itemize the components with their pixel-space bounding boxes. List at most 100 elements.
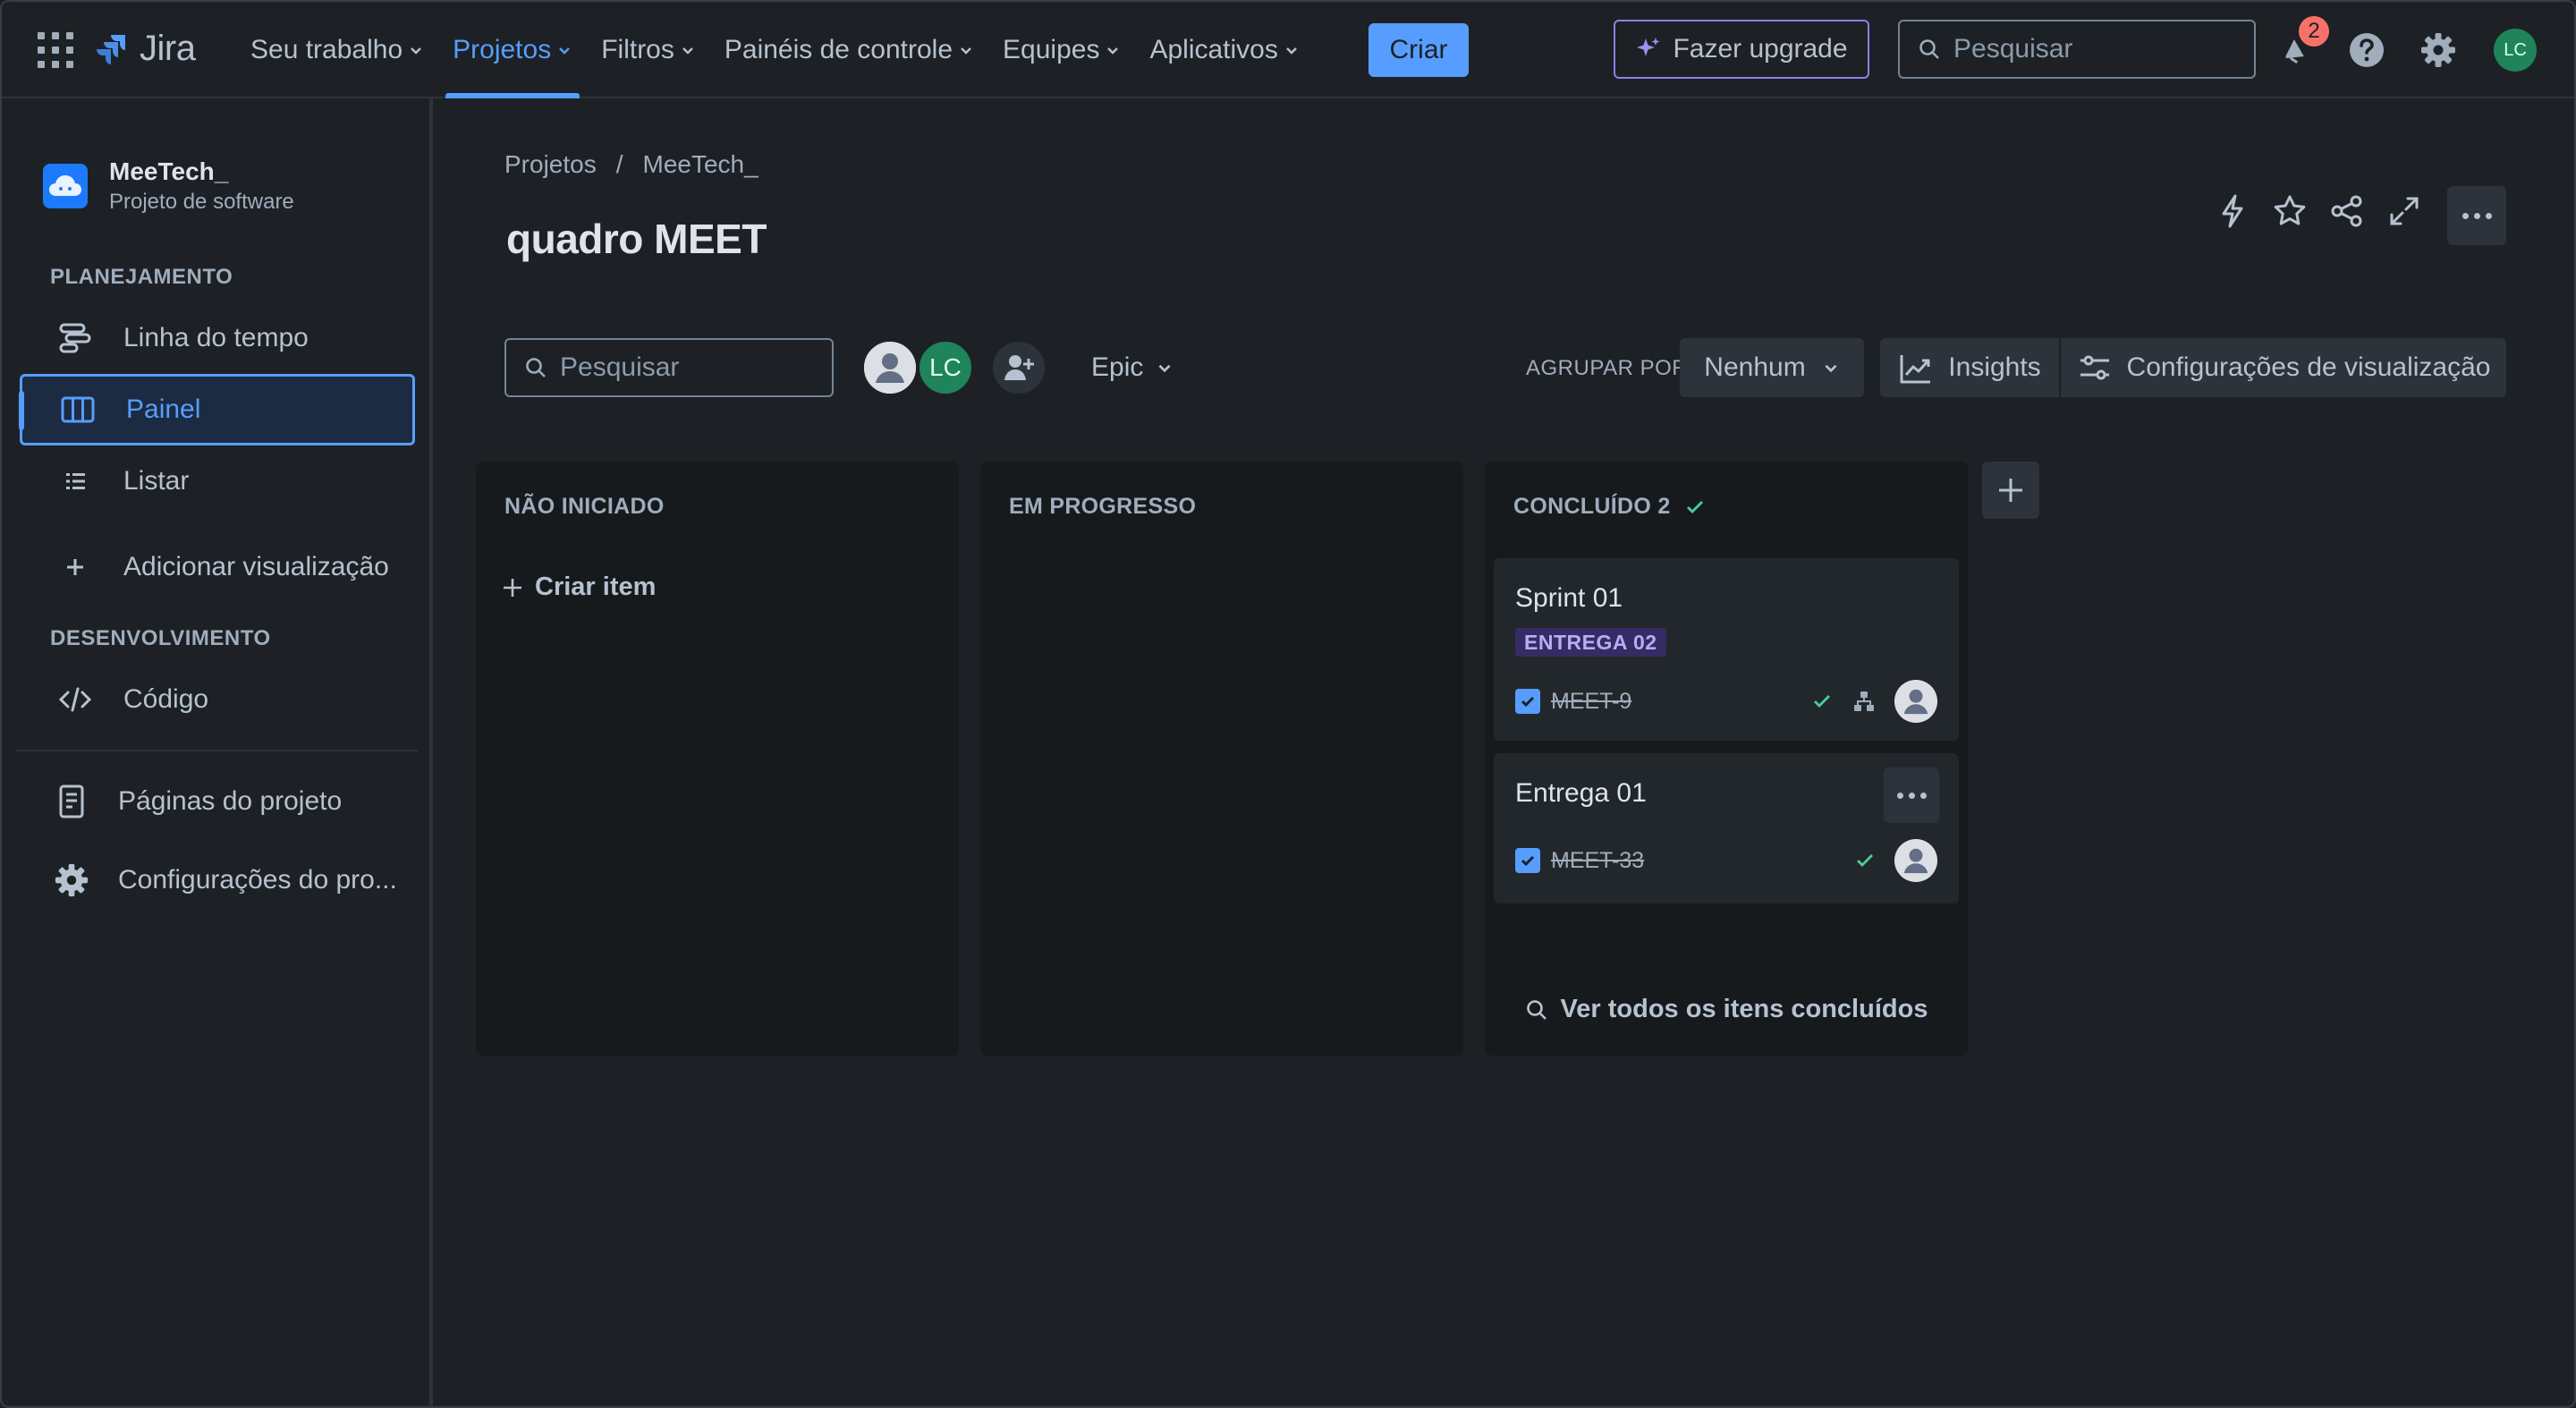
see-all-done-button[interactable]: Ver todos os itens concluídos [1485,995,1968,1024]
lightning-icon [2222,194,2243,228]
sidebar-item-code[interactable]: Código [20,664,415,735]
help-button[interactable] [2345,29,2388,72]
view-settings-button[interactable]: Configurações de visualização [2061,338,2506,397]
assignee-avatar-lc[interactable]: LC [916,338,975,397]
top-navigation: Jira Seu trabalho Projetos Filtros Painé… [2,2,2574,98]
issue-card[interactable]: Entrega 01 MEET-33 [1494,753,1959,903]
sidebar-item-timeline[interactable]: Linha do tempo [20,302,415,374]
search-icon [526,358,546,377]
more-actions-button[interactable] [2447,186,2506,245]
chevron-down-icon [411,47,421,55]
epic-filter-dropdown[interactable]: Epic [1080,338,1184,397]
sidebar-item-label: Listar [123,466,190,496]
nav-label: Aplicativos [1149,35,1278,64]
add-view-label: Adicionar visualização [123,552,389,581]
code-icon [54,678,97,721]
assignee-avatar[interactable] [1894,839,1937,882]
issue-key[interactable]: MEET-9 [1551,689,1631,715]
assignee-avatar[interactable] [1894,680,1937,723]
epic-lozenge[interactable]: ENTREGA 02 [1515,628,1666,657]
chevron-down-icon [1158,364,1171,373]
star-icon [2274,195,2306,225]
nav-filtros[interactable]: Filtros [587,2,710,98]
breadcrumb-separator: / [615,150,623,178]
chart-line-icon [1900,355,1931,384]
upgrade-button[interactable]: Fazer upgrade [1614,20,1869,79]
jira-logo[interactable]: Jira [95,29,196,69]
breadcrumb: Projetos / MeeTech_ [504,150,758,179]
board-search[interactable] [504,338,834,397]
global-search[interactable] [1898,20,2256,79]
board-icon [56,388,99,431]
column-title: CONCLUÍDO 2 [1513,494,1707,520]
group-by-label: AGRUPAR POR [1526,356,1689,380]
primary-nav: Seu trabalho Projetos Filtros Painéis de… [236,2,1314,98]
sidebar-item-project-settings[interactable]: Configurações do pro... [20,844,415,916]
nav-seu-trabalho[interactable]: Seu trabalho [236,2,438,98]
app-switcher-icon[interactable] [38,32,73,68]
nav-paineis[interactable]: Painéis de controle [710,2,988,98]
sidebar-item-project-pages[interactable]: Páginas do projeto [20,766,415,837]
column-title-text: NÃO INICIADO [504,494,665,519]
project-type: Projeto de software [109,190,294,214]
group-by-dropdown[interactable]: Nenhum [1680,338,1864,397]
add-people-button[interactable] [989,338,1048,397]
add-column-button[interactable] [1982,462,2039,519]
check-icon [1686,500,1703,513]
sidebar-item-list[interactable]: Listar [20,445,415,517]
column-title: EM PROGRESSO [1009,494,1196,520]
plus-icon [54,546,97,589]
search-icon [1526,999,1546,1020]
insights-label: Insights [1948,352,2041,382]
sidebar-item-board[interactable]: Painel [19,374,415,445]
project-name: MeeTech_ [109,157,229,185]
nav-projetos[interactable]: Projetos [438,2,587,98]
board-column-in-progress: EM PROGRESSO [980,462,1463,1056]
share-button[interactable] [2324,188,2370,234]
sidebar-item-label: Configurações do pro... [118,865,397,895]
help-icon [2350,33,2384,67]
star-button[interactable] [2267,188,2313,234]
create-item-button[interactable]: Criar item [501,573,656,602]
chevron-down-icon [1825,364,1837,373]
nav-aplicativos[interactable]: Aplicativos [1135,2,1313,98]
sliders-icon [2080,355,2109,380]
settings-button[interactable] [2417,29,2460,72]
document-icon [50,780,93,823]
chevron-down-icon [1107,47,1119,55]
chevron-down-icon [559,47,571,55]
card-footer: MEET-33 [1515,839,1937,882]
card-more-button[interactable] [1884,768,1939,823]
fullscreen-button[interactable] [2381,188,2428,234]
insights-button[interactable]: Insights [1880,338,2059,397]
nav-equipes[interactable]: Equipes [988,2,1135,98]
chevron-down-icon [1286,47,1297,55]
gear-icon [2421,33,2455,67]
app-window: Jira Seu trabalho Projetos Filtros Painé… [0,0,2576,1408]
add-view-button[interactable]: Adicionar visualização [20,531,415,603]
sidebar-item-label: Linha do tempo [123,323,309,352]
chevron-down-icon [961,47,971,55]
project-cloud-icon [43,164,88,208]
board-search-input[interactable] [560,352,828,383]
issue-card[interactable]: Sprint 01 ENTREGA 02 MEET-9 [1494,558,1959,741]
column-title-text: EM PROGRESSO [1009,494,1197,519]
create-item-label: Criar item [535,573,657,601]
automation-button[interactable] [2209,188,2256,234]
breadcrumb-project[interactable]: MeeTech_ [643,150,758,179]
chevron-down-icon [682,47,693,55]
task-type-icon [1515,689,1540,714]
jira-brand-name: Jira [140,29,196,68]
list-icon [54,460,97,503]
assignee-avatar-unassigned[interactable] [860,338,919,397]
search-icon [1919,39,1939,59]
issue-key[interactable]: MEET-33 [1551,848,1644,874]
user-avatar[interactable]: LC [2494,29,2537,72]
create-button[interactable]: Criar [1368,23,1469,77]
project-header[interactable]: MeeTech_ Projeto de software [43,157,294,215]
nav-label: Projetos [453,35,552,64]
breadcrumb-projects[interactable]: Projetos [504,150,597,179]
nav-label: Painéis de controle [724,35,953,64]
card-title: Entrega 01 [1515,778,1647,808]
global-search-input[interactable] [1953,34,2240,64]
